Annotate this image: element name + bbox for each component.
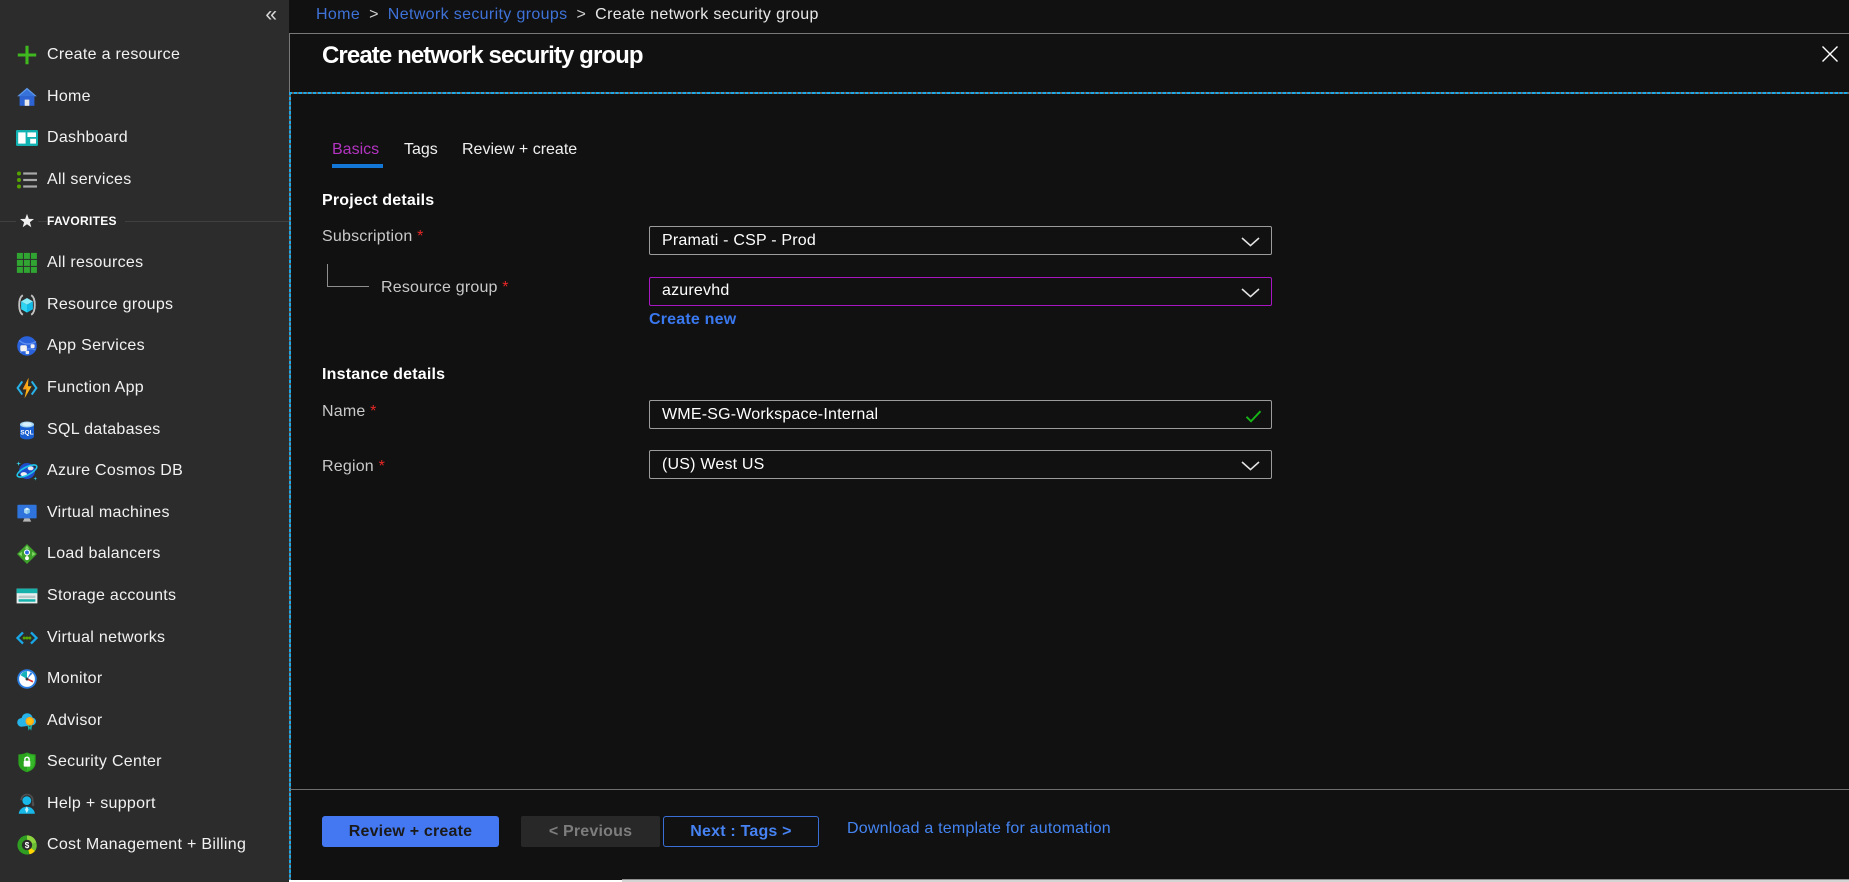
svg-text:SQL: SQL <box>20 430 33 437</box>
svg-text:$: $ <box>25 841 30 850</box>
